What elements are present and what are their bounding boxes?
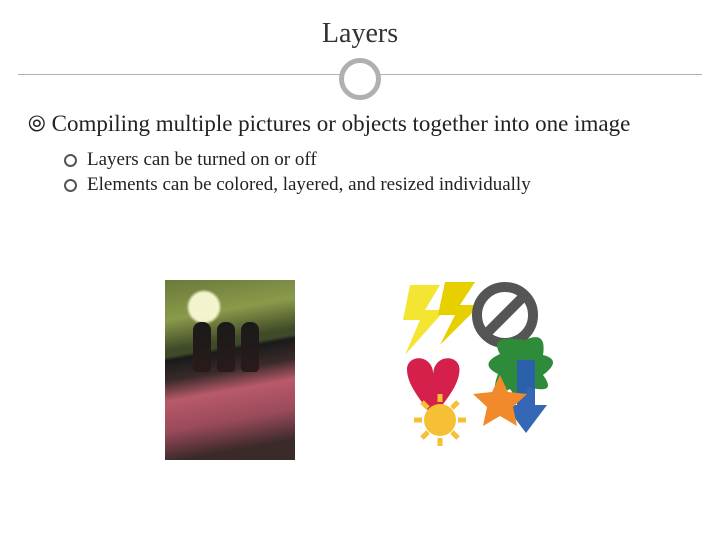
- example-image-left: [165, 280, 295, 460]
- sub-bullet-item: Layers can be turned on or off: [64, 147, 692, 173]
- slide-title: Layers: [322, 18, 398, 50]
- hollow-bullet-icon: [64, 154, 77, 167]
- main-bullet-text: Compiling multiple pictures or objects t…: [52, 110, 692, 139]
- sub-bullet-list: Layers can be turned on or off Elements …: [64, 147, 692, 198]
- hollow-bullet-icon: [64, 179, 77, 192]
- main-bullet: ⦾ Compiling multiple pictures or objects…: [28, 110, 692, 139]
- decor-circle-icon: [339, 58, 381, 100]
- sub-bullet-text: Layers can be turned on or off: [87, 147, 317, 173]
- example-image-right: [385, 280, 555, 450]
- images-row: [0, 280, 720, 460]
- sub-bullet-text: Elements can be colored, layered, and re…: [87, 172, 531, 198]
- swirl-bullet-icon: ⦾: [28, 110, 46, 138]
- slide: Layers ⦾ Compiling multiple pictures or …: [0, 0, 720, 540]
- sub-bullet-item: Elements can be colored, layered, and re…: [64, 172, 692, 198]
- content-area: ⦾ Compiling multiple pictures or objects…: [28, 110, 692, 198]
- title-area: Layers: [0, 0, 720, 50]
